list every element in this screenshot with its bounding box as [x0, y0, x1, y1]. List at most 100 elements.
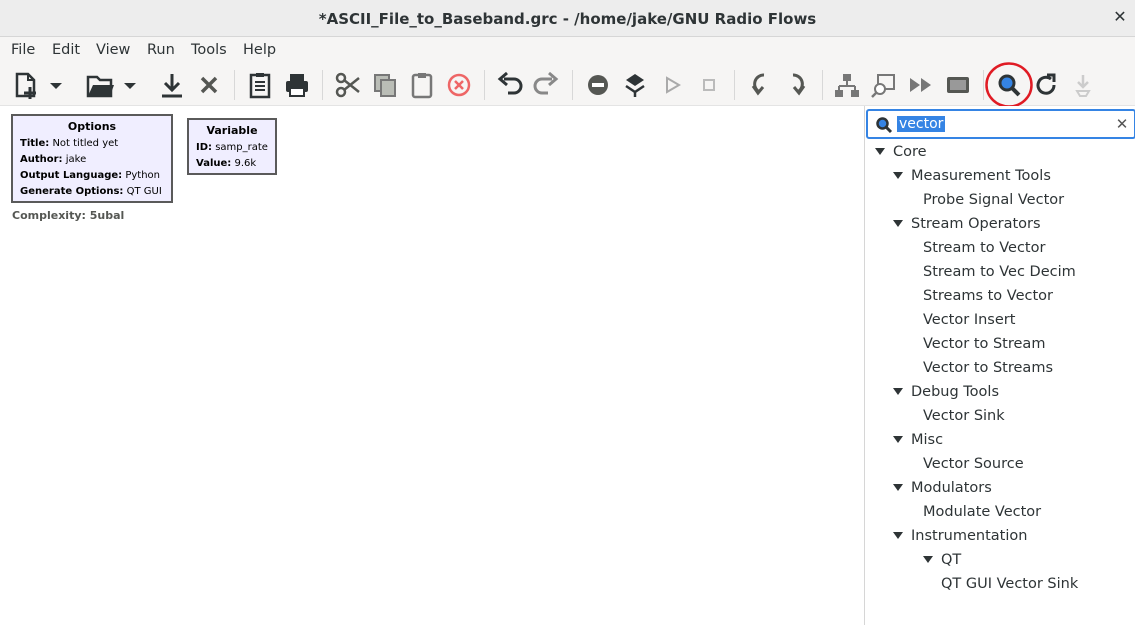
options-block[interactable]: Options Title: Not titled yet Author: ja…	[11, 114, 173, 203]
block-field: Title: Not titled yet	[20, 138, 119, 149]
toolbar-separator	[734, 70, 735, 100]
toolbar-separator	[322, 70, 323, 100]
copy-icon[interactable]	[369, 69, 401, 101]
block-field: ID: samp_rate	[196, 142, 268, 153]
tree-label: Core	[893, 144, 927, 160]
menu-file[interactable]: File	[11, 42, 35, 58]
tree-category[interactable]: Stream Operators	[893, 212, 1041, 236]
tree-block-item[interactable]: Vector Insert	[923, 308, 1015, 332]
block-library-panel: vector ✕ Core Measurement Tools Probe Sign…	[864, 106, 1135, 625]
tree-category[interactable]: Misc	[893, 428, 943, 452]
block-field: Author: jake	[20, 154, 87, 165]
tree-label: Misc	[911, 432, 944, 448]
save-icon[interactable]	[156, 69, 188, 101]
find-block-icon[interactable]	[868, 69, 900, 101]
rotate-cw-icon[interactable]	[781, 69, 813, 101]
block-title: Options	[67, 120, 117, 133]
expander-arrow-icon[interactable]	[893, 171, 903, 179]
flowgraph-canvas[interactable]: Options Title: Not titled yet Author: ja…	[0, 106, 864, 625]
tree-label: Vector to Stream	[923, 336, 1046, 352]
expander-arrow-icon[interactable]	[893, 387, 903, 395]
tree-category[interactable]: QT	[923, 548, 961, 572]
complexity-label: Complexity: 5ubal	[12, 209, 125, 222]
forward-icon[interactable]	[905, 69, 937, 101]
tree-block-item[interactable]: Stream to Vec Decim	[923, 260, 1076, 284]
print-icon[interactable]	[281, 69, 313, 101]
dropdown-arrow-icon[interactable]	[46, 69, 66, 101]
window-titlebar: *ASCII_File_to_Baseband.grc - /home/jake…	[0, 0, 1135, 37]
tree-label: Streams to Vector	[923, 288, 1053, 304]
disable-block-icon[interactable]	[582, 69, 614, 101]
block-title: Variable	[206, 124, 258, 137]
search-query-text: vector	[897, 116, 946, 132]
menu-bar: File Edit View Run Tools Help	[0, 37, 1135, 64]
tree-label: Probe Signal Vector	[923, 192, 1065, 208]
delete-icon[interactable]	[443, 69, 475, 101]
menu-edit[interactable]: Edit	[52, 42, 80, 58]
new-file-icon[interactable]	[10, 69, 42, 101]
expander-arrow-icon[interactable]	[893, 483, 903, 491]
stop-icon[interactable]	[693, 69, 725, 101]
block-field: Generate Options: QT GUI	[20, 186, 162, 197]
toolbar-separator	[484, 70, 485, 100]
toolbar-separator	[572, 70, 573, 100]
expander-arrow-icon[interactable]	[893, 531, 903, 539]
expander-arrow-icon[interactable]	[923, 555, 933, 563]
tree-category[interactable]: Core	[875, 140, 927, 164]
tree-label: QT	[941, 552, 962, 568]
window-close-button[interactable]: ✕	[1111, 8, 1129, 26]
paste-icon[interactable]	[406, 69, 438, 101]
screenshot-icon[interactable]	[942, 69, 974, 101]
search-icon[interactable]	[993, 69, 1025, 101]
open-file-icon[interactable]	[84, 69, 116, 101]
tree-category[interactable]: Debug Tools	[893, 380, 999, 404]
execute-icon[interactable]	[656, 69, 688, 101]
clipboard-list-icon[interactable]	[244, 69, 276, 101]
tree-label: Modulators	[911, 480, 992, 496]
toolbar-separator	[234, 70, 235, 100]
clear-search-icon[interactable]: ✕	[1114, 115, 1130, 133]
tree-label: Vector to Streams	[923, 360, 1053, 376]
tree-label: Stream to Vec Decim	[923, 264, 1076, 280]
tree-block-item[interactable]: QT GUI Vector Sink	[941, 572, 1078, 596]
tree-label: QT GUI Vector Sink	[941, 576, 1079, 592]
tree-label: Modulate Vector	[923, 504, 1042, 520]
rotate-ccw-icon[interactable]	[744, 69, 776, 101]
undo-icon[interactable]	[494, 69, 526, 101]
reload-icon[interactable]	[1030, 69, 1062, 101]
tree-block-item[interactable]: Streams to Vector	[923, 284, 1053, 308]
tree-block-item[interactable]: Vector Sink	[923, 404, 1005, 428]
tree-category[interactable]: Modulators	[893, 476, 992, 500]
expander-arrow-icon[interactable]	[893, 435, 903, 443]
close-x-icon[interactable]	[193, 69, 225, 101]
tree-block-item[interactable]: Modulate Vector	[923, 500, 1041, 524]
tree-block-item[interactable]: Vector to Streams	[923, 356, 1053, 380]
bypass-block-icon[interactable]	[619, 69, 651, 101]
toolbar-separator	[983, 70, 984, 100]
tree-label: Debug Tools	[911, 384, 1000, 400]
menu-help[interactable]: Help	[243, 42, 276, 58]
redo-icon[interactable]	[530, 69, 562, 101]
search-input[interactable]: vector ✕	[866, 109, 1135, 139]
tree-block-item[interactable]: Vector Source	[923, 452, 1024, 476]
tree-block-item[interactable]: Stream to Vector	[923, 236, 1045, 260]
menu-run[interactable]: Run	[147, 42, 175, 58]
tree-category[interactable]: Measurement Tools	[893, 164, 1051, 188]
tree-block-item[interactable]: Vector to Stream	[923, 332, 1045, 356]
expander-arrow-icon[interactable]	[893, 219, 903, 227]
variable-block[interactable]: Variable ID: samp_rate Value: 9.6k	[187, 118, 277, 175]
toolbar-separator	[822, 70, 823, 100]
tree-category[interactable]: Instrumentation	[893, 524, 1027, 548]
tree-label: Stream Operators	[911, 216, 1041, 232]
more-icon[interactable]	[1067, 69, 1099, 101]
tree-block-item[interactable]: Probe Signal Vector	[923, 188, 1064, 212]
dropdown-arrow-icon[interactable]	[120, 69, 140, 101]
tree-label: Stream to Vector	[923, 240, 1046, 256]
expander-arrow-icon[interactable]	[875, 147, 885, 155]
hierarchy-icon[interactable]	[831, 69, 863, 101]
tree-label: Vector Insert	[923, 312, 1016, 328]
menu-view[interactable]: View	[96, 42, 130, 58]
cut-icon[interactable]	[332, 69, 364, 101]
menu-tools[interactable]: Tools	[191, 42, 227, 58]
window-title: *ASCII_File_to_Baseband.grc - /home/jake…	[318, 10, 817, 28]
